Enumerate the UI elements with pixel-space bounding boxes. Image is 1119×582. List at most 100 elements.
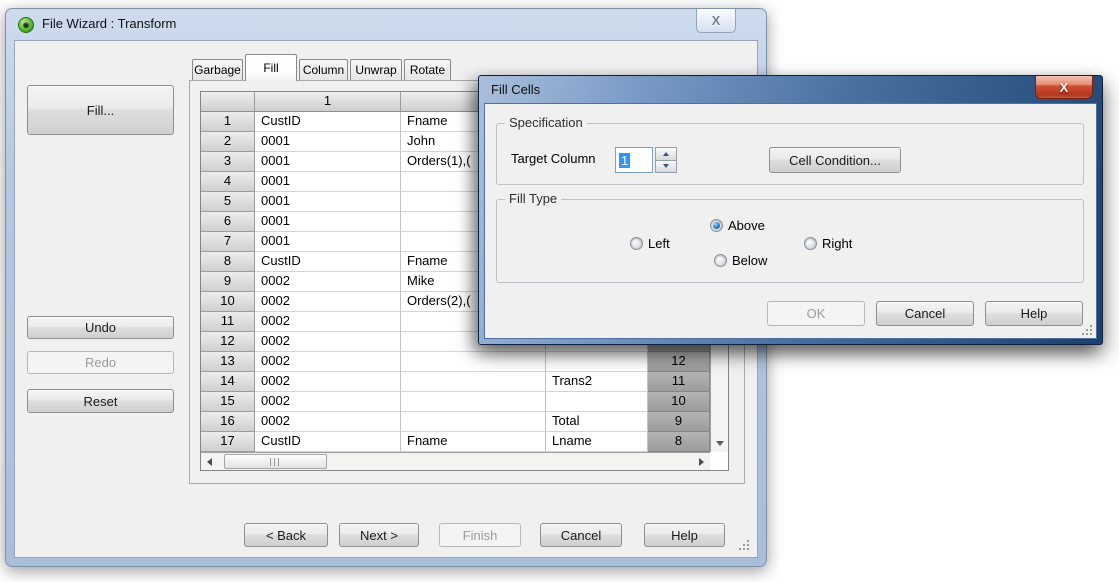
redo-button[interactable]: Redo <box>27 351 174 374</box>
row-number-cell[interactable]: 7 <box>201 232 255 252</box>
horizontal-scrollbar[interactable] <box>201 452 710 470</box>
undo-button[interactable]: Undo <box>27 316 174 339</box>
window-close-button[interactable]: X <box>696 9 736 33</box>
row-number-cell[interactable]: 5 <box>201 192 255 212</box>
tab-column[interactable]: Column <box>299 59 348 80</box>
scrollbar-thumb[interactable] <box>224 454 327 469</box>
arrow-right-icon <box>699 457 704 466</box>
table-cell[interactable]: 0002 <box>255 312 401 332</box>
arrow-down-icon <box>663 164 669 169</box>
spinner-down-button[interactable] <box>655 160 677 173</box>
dialog-cancel-button[interactable]: Cancel <box>876 301 974 326</box>
tab-fill[interactable]: Fill <box>245 54 297 81</box>
table-cell[interactable]: 0001 <box>255 132 401 152</box>
dialog-resize-grip[interactable] <box>1081 323 1094 336</box>
table-cell[interactable]: Fname <box>401 432 546 452</box>
tab-garbage[interactable]: Garbage <box>192 59 243 80</box>
resize-grip[interactable] <box>738 538 751 551</box>
row-number-cell[interactable]: 16 <box>201 412 255 432</box>
table-cell[interactable]: 0001 <box>255 212 401 232</box>
table-cell[interactable]: 0001 <box>255 152 401 172</box>
table-cell[interactable]: 0002 <box>255 292 401 312</box>
dialog-help-button[interactable]: Help <box>985 301 1083 326</box>
table-cell[interactable]: 10 <box>648 392 710 412</box>
row-number-cell[interactable]: 14 <box>201 372 255 392</box>
target-column-input[interactable]: 1 <box>615 147 653 173</box>
row-number-cell[interactable]: 8 <box>201 252 255 272</box>
table-cell[interactable]: 0002 <box>255 332 401 352</box>
scroll-down-button[interactable] <box>711 435 728 452</box>
row-number-cell[interactable]: 13 <box>201 352 255 372</box>
radio-below[interactable]: Below <box>714 252 768 268</box>
back-button[interactable]: < Back <box>244 523 328 547</box>
table-cell[interactable]: 0002 <box>255 352 401 372</box>
spinner-buttons <box>655 147 677 173</box>
radio-label: Below <box>732 252 768 268</box>
radio-right[interactable]: Right <box>804 236 852 251</box>
column-header-1[interactable]: 1 <box>255 92 401 112</box>
arrow-left-icon <box>207 457 212 466</box>
row-number-cell[interactable]: 6 <box>201 212 255 232</box>
table-cell[interactable]: Total <box>546 412 648 432</box>
fill-type-group: Fill Type Left Above Below Right <box>496 191 1084 283</box>
table-cell[interactable]: 0001 <box>255 192 401 212</box>
table-row: 17 CustID Fname Lname 8 <box>201 432 728 452</box>
row-number-cell[interactable]: 12 <box>201 332 255 352</box>
window-title: File Wizard : Transform <box>42 16 177 31</box>
row-number-cell[interactable]: 11 <box>201 312 255 332</box>
cancel-button[interactable]: Cancel <box>540 523 622 547</box>
row-number-cell[interactable]: 9 <box>201 272 255 292</box>
radio-icon <box>714 253 727 267</box>
table-cell[interactable]: 8 <box>648 432 710 452</box>
ok-button[interactable]: OK <box>767 301 865 326</box>
row-number-cell[interactable]: 4 <box>201 172 255 192</box>
help-button[interactable]: Help <box>644 523 725 547</box>
table-cell[interactable] <box>401 392 546 412</box>
table-cell[interactable] <box>401 372 546 392</box>
scroll-right-button[interactable] <box>693 453 710 470</box>
table-cell[interactable]: 0001 <box>255 232 401 252</box>
table-cell[interactable]: 0001 <box>255 172 401 192</box>
table-row: 16 0002 Total 9 <box>201 412 728 432</box>
row-number-cell[interactable]: 17 <box>201 432 255 452</box>
table-row: 15 0002 10 <box>201 392 728 412</box>
tab-rotate[interactable]: Rotate <box>404 59 451 80</box>
table-cell[interactable]: 11 <box>648 372 710 392</box>
dialog-close-button[interactable]: X <box>1035 76 1093 99</box>
radio-above[interactable]: Above <box>710 218 765 233</box>
table-cell[interactable]: CustID <box>255 432 401 452</box>
row-number-cell[interactable]: 2 <box>201 132 255 152</box>
table-cell[interactable]: Trans2 <box>546 372 648 392</box>
table-cell[interactable]: 9 <box>648 412 710 432</box>
table-cell[interactable] <box>401 352 546 372</box>
radio-left[interactable]: Left <box>630 236 670 251</box>
dialog-titlebar[interactable]: Fill Cells X <box>479 76 1102 103</box>
table-cell[interactable]: 0002 <box>255 372 401 392</box>
cell-condition-button[interactable]: Cell Condition... <box>769 147 901 173</box>
finish-button[interactable]: Finish <box>439 523 521 547</box>
tab-unwrap[interactable]: Unwrap <box>350 59 402 80</box>
table-cell[interactable] <box>401 412 546 432</box>
radio-icon <box>630 236 643 250</box>
reset-button[interactable]: Reset <box>27 389 174 413</box>
row-number-cell[interactable]: 1 <box>201 112 255 132</box>
corner-header-cell[interactable] <box>201 92 255 112</box>
table-cell[interactable]: CustID <box>255 252 401 272</box>
row-number-cell[interactable]: 10 <box>201 292 255 312</box>
table-cell[interactable]: 0002 <box>255 272 401 292</box>
window-titlebar[interactable]: File Wizard : Transform X <box>6 9 766 40</box>
table-cell[interactable]: 12 <box>648 352 710 372</box>
row-number-cell[interactable]: 3 <box>201 152 255 172</box>
close-icon: X <box>711 13 721 28</box>
table-cell[interactable] <box>546 392 648 412</box>
table-cell[interactable] <box>546 352 648 372</box>
table-cell[interactable]: Lname <box>546 432 648 452</box>
next-button[interactable]: Next > <box>339 523 419 547</box>
table-cell[interactable]: CustID <box>255 112 401 132</box>
table-cell[interactable]: 0002 <box>255 412 401 432</box>
scroll-left-button[interactable] <box>201 453 218 470</box>
row-number-cell[interactable]: 15 <box>201 392 255 412</box>
spinner-up-button[interactable] <box>655 147 677 161</box>
fill-button[interactable]: Fill... <box>27 85 174 135</box>
table-cell[interactable]: 0002 <box>255 392 401 412</box>
